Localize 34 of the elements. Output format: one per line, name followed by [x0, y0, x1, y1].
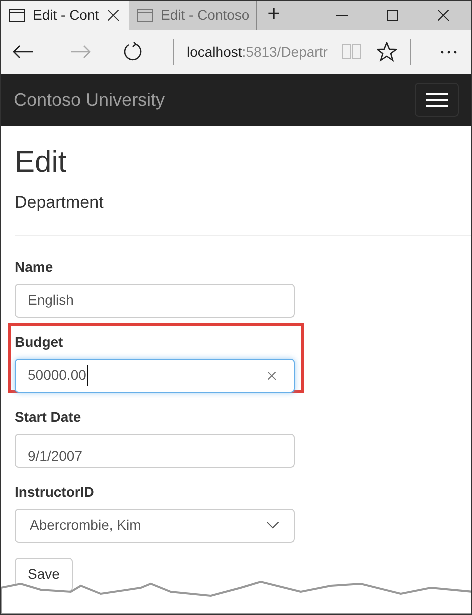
browser-tab[interactable]: Edit - Cont: [1, 1, 129, 30]
page-subtitle: Department: [15, 192, 105, 214]
field-label: Start Date: [15, 408, 82, 426]
brand-link[interactable]: Contoso University: [14, 86, 166, 114]
field-label: Budget: [15, 332, 64, 352]
more-icon[interactable]: [441, 50, 457, 54]
minimize-icon[interactable]: [336, 14, 348, 16]
clear-icon[interactable]: [268, 372, 276, 380]
star-icon[interactable]: [376, 42, 397, 62]
chevron-down-icon: [267, 522, 279, 529]
input-field[interactable]: English: [15, 284, 295, 318]
back-icon[interactable]: [13, 45, 33, 59]
dropdown-field[interactable]: Abercrombie, Kim: [15, 508, 295, 542]
field-label: Name: [15, 258, 54, 276]
field-value: 9/1/2007: [28, 447, 82, 466]
input-field[interactable]: 50000.00: [15, 358, 295, 392]
address-field[interactable]: localhost:5813/Departr: [187, 42, 328, 62]
tab-title: Edit - Cont: [33, 6, 100, 25]
field-label: InstructorID: [15, 482, 96, 502]
date-field[interactable]: 9/1/2007: [15, 434, 295, 468]
page-title: Edit: [15, 145, 68, 181]
close-icon[interactable]: [438, 10, 449, 21]
close-icon[interactable]: [108, 10, 119, 21]
tab-title: Edit - Contoso: [161, 6, 250, 25]
menu-button[interactable]: [415, 83, 459, 117]
field-value: 50000.00: [28, 365, 88, 386]
new-tab-button[interactable]: +: [257, 1, 291, 30]
tab-page-icon: [137, 9, 153, 22]
field-value: English: [28, 291, 74, 310]
refresh-icon[interactable]: [123, 42, 143, 62]
tab-page-icon: [9, 9, 25, 22]
maximize-icon[interactable]: [387, 10, 398, 21]
save-button[interactable]: Save: [15, 558, 73, 592]
field-value: Abercrombie, Kim: [30, 516, 142, 535]
